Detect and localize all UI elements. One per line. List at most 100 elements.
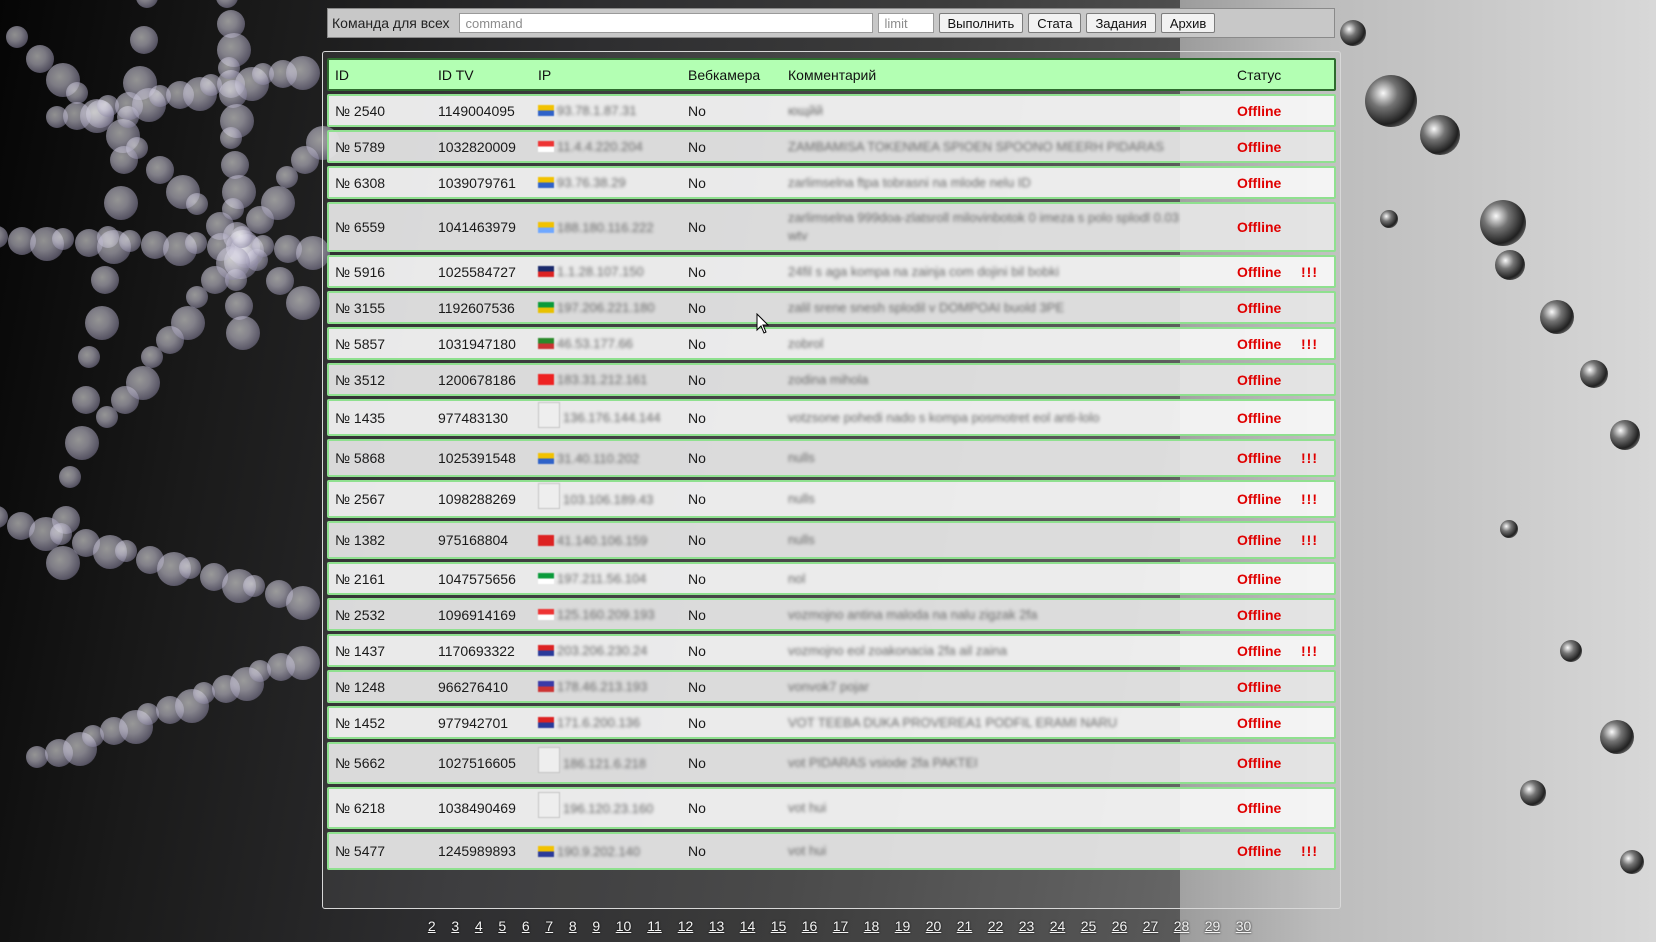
page-link[interactable]: 23 [1011,918,1042,934]
ip-address: 197.211.56.104 [557,571,647,586]
table-row[interactable]: № 5477 1245989893 190.9.202.140 No vot hui Of… [327,832,1336,870]
client-ip: 188.180.116.222 [538,220,654,235]
client-id-tv: 1200678186 [438,371,516,388]
page-link[interactable]: 30 [1228,918,1259,934]
page-link[interactable]: 26 [1104,918,1135,934]
client-ip: 186.121.6.218 [538,747,646,773]
client-id-tv: 1038490469 [438,800,516,816]
page-link[interactable]: 25 [1073,918,1104,934]
client-id: № 5916 [335,263,386,280]
page-link[interactable]: 3 [444,918,468,934]
page-link[interactable]: 29 [1197,918,1228,934]
page-link[interactable]: 4 [467,918,491,934]
table-row[interactable]: № 3512 1200678186 183.31.212.161 No zodina m… [327,363,1336,396]
page-link[interactable]: 12 [670,918,701,934]
page-link[interactable]: 5 [491,918,515,934]
client-ip: 183.31.212.161 [538,372,647,387]
page-link[interactable]: 28 [1166,918,1197,934]
ip-address: 188.180.116.222 [557,219,654,235]
table-row[interactable]: № 5916 1025584727 1.1.28.107.150 No 24fil s … [327,255,1336,288]
table-row[interactable]: № 1452 977942701 171.6.200.136 No VOT TEEBA … [327,706,1336,739]
page-link[interactable]: 2 [420,918,444,934]
page-link[interactable]: 9 [585,918,609,934]
webcam-value: No [688,335,706,352]
webcam-value: No [688,532,706,548]
comment-text: nulls [788,491,815,506]
table-row[interactable]: № 5868 1025391548 31.40.110.202 No nulls Offl… [327,439,1336,477]
dew-bead [1610,420,1640,450]
status-badge: Offline [1237,138,1282,155]
page-link[interactable]: 20 [918,918,949,934]
webcam-value: No [688,219,706,235]
table-row[interactable]: № 2161 1047575656 197.211.56.104 No nol Offli… [327,562,1336,595]
table-row[interactable]: № 1382 975168804 41.140.106.159 No nulls Offl… [327,521,1336,559]
webcam-value: No [688,174,706,191]
client-id-tv: 1032820009 [438,138,516,155]
stats-button[interactable]: Стата [1028,13,1082,33]
table-row[interactable]: № 2532 1096914169 125.160.209.193 No vozmojn… [327,598,1336,631]
command-input[interactable] [458,13,873,33]
dew-bead [251,234,274,257]
page-link[interactable]: 6 [514,918,538,934]
page-link[interactable]: 24 [1042,918,1073,934]
table-row[interactable]: № 6218 1038490469 196.120.23.160 No vot hui O… [327,787,1336,829]
comment-text: 24fil s aga kompa na zainja com dojini b… [788,263,1059,279]
comment-text: zarlimselna ftpa tobrasni na mlode nelu … [788,174,1031,190]
dew-bead [226,316,260,350]
table-row[interactable]: № 6308 1039079761 93.76.38.29 No zarlimselna… [327,166,1336,199]
client-id: № 6308 [335,174,386,191]
page-link[interactable]: 22 [980,918,1011,934]
dew-bead [286,646,320,680]
table-row[interactable]: № 1435 977483130 136.176.144.144 No votzsone… [327,399,1336,436]
table-row[interactable]: № 1248 966276410 178.46.213.193 No vonvok7 p… [327,670,1336,703]
dew-bead [1480,200,1526,246]
client-id-tv: 1245989893 [438,843,516,859]
status-badge: Offline [1237,335,1282,352]
comment-text: vozmojno eol zoakonacia 2fa ail zaina [788,642,1007,658]
tasks-button[interactable]: Задания [1086,13,1156,33]
comment-text: ющйй [788,102,823,118]
table-row[interactable]: № 5662 1027516605 186.121.6.218 No vot PIDAR… [327,742,1336,784]
dew-bead [1495,250,1525,280]
warning-mark: !!! [1301,843,1318,859]
dew-bead [1380,210,1398,228]
warning-mark: !!! [1301,450,1318,466]
status-badge: Offline [1237,219,1282,235]
limit-input[interactable] [877,13,934,33]
page-link[interactable]: 15 [763,918,794,934]
page-link[interactable]: 11 [639,918,670,934]
archive-button[interactable]: Архив [1160,13,1216,33]
comment-text: votzsone pohedi nado s kompa posmotret e… [788,409,1100,425]
webcam-value: No [688,263,706,280]
client-id: № 6559 [335,219,386,235]
page-link[interactable]: 16 [794,918,825,934]
table-row[interactable]: № 5857 1031947180 46.53.177.66 No zobrol Offl… [327,327,1336,360]
dew-bead [286,586,320,620]
table-row[interactable]: № 2567 1098288269 103.106.189.43 No nulls Off… [327,480,1336,518]
table-row[interactable]: № 5789 1032820009 11.4.4.220.204 No ZAMBAMIS… [327,130,1336,163]
page-link[interactable]: 7 [538,918,562,934]
page-link[interactable]: 17 [825,918,856,934]
country-flag-icon [538,221,554,233]
status-badge: Offline [1237,642,1282,659]
table-row[interactable]: № 6559 1041463979 188.180.116.222 No zarlims… [327,202,1336,252]
page-link[interactable]: 8 [561,918,585,934]
execute-button[interactable]: Выполнить [938,13,1024,33]
page-link[interactable]: 19 [887,918,918,934]
page-link[interactable]: 13 [701,918,732,934]
table-row[interactable]: № 1437 1170693322 203.206.230.24 No vozmojno… [327,634,1336,667]
client-id: № 2567 [335,491,386,507]
dew-bead [1500,520,1518,538]
table-row[interactable]: № 3155 1192607536 197.206.221.180 No zalil s… [327,291,1336,324]
comment-text: zalil srene snesh splodil v DOMPOAI buol… [788,299,1065,315]
page-link[interactable]: 18 [856,918,887,934]
page-link[interactable]: 14 [732,918,763,934]
country-flag-icon [538,266,554,277]
ip-address: 178.46.213.193 [557,679,648,694]
page-link[interactable]: 10 [608,918,639,934]
table-row[interactable]: № 2540 1149004095 93.78.1.87.31 No ющйй Offli… [327,94,1336,127]
header-ip: IP [538,66,552,83]
page-link[interactable]: 27 [1135,918,1166,934]
command-bar: Команда для всех Выполнить Стата Задания… [327,8,1335,38]
page-link[interactable]: 21 [949,918,980,934]
